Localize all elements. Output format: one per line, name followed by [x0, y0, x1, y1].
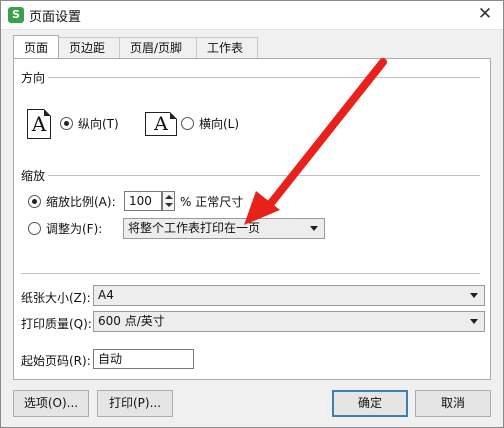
fit-to-select[interactable]: 将整个工作表打印在一页 [123, 218, 325, 239]
scale-percent-suffix: % 正常尺寸 [180, 195, 244, 209]
scale-percent-input[interactable]: 100 [124, 191, 162, 211]
options-button[interactable]: 选项(O)... [13, 390, 89, 417]
orientation-section-label: 方向 [21, 71, 46, 85]
fit-to-radio[interactable] [28, 222, 41, 235]
portrait-radio[interactable] [60, 117, 73, 130]
scale-percent-label[interactable]: 缩放比例(A): [46, 193, 116, 210]
dialog-title: 页面设置 [29, 10, 82, 25]
landscape-radio[interactable] [181, 117, 194, 130]
chevron-down-icon [310, 226, 318, 231]
print-button[interactable]: 打印(P)... [97, 390, 173, 417]
scaling-section-label: 缩放 [21, 169, 46, 183]
tab-margins[interactable]: 页边距 [58, 37, 120, 58]
scale-percent-radio[interactable] [28, 195, 41, 208]
tab-panel-page: 方向 A 纵向(T) A 横向(L) 缩放 缩放比例(A): 100 % 正常尺… [13, 58, 491, 380]
landscape-label[interactable]: 横向(L) [199, 115, 239, 132]
print-quality-select[interactable]: 600 点/英寸 [93, 311, 485, 332]
tab-page[interactable]: 页面 [13, 35, 59, 58]
close-icon[interactable]: ✕ [475, 4, 495, 24]
tab-header-footer[interactable]: 页眉/页脚 [119, 37, 197, 58]
page-setup-dialog: S 页面设置 ✕ 页面 页边距 页眉/页脚 工作表 方向 A 纵向(T) A 横… [0, 0, 504, 428]
portrait-label[interactable]: 纵向(T) [78, 115, 119, 132]
cancel-button[interactable]: 取消 [415, 390, 491, 417]
spin-down-icon[interactable] [165, 203, 173, 207]
title-bar: S 页面设置 ✕ [1, 1, 503, 30]
spin-up-icon[interactable] [165, 195, 173, 199]
ok-button[interactable]: 确定 [332, 390, 408, 417]
paper-size-label: 纸张大小(Z): [21, 291, 91, 305]
first-page-number-input[interactable]: 自动 [93, 349, 194, 369]
paper-divider [21, 273, 480, 274]
scaling-divider [48, 175, 480, 176]
landscape-page-icon: A [145, 112, 177, 136]
chevron-down-icon [470, 319, 478, 324]
paper-size-select[interactable]: A4 [93, 285, 485, 306]
print-quality-label: 打印质量(Q): [21, 317, 92, 331]
tab-sheet[interactable]: 工作表 [196, 37, 258, 58]
portrait-page-icon: A [27, 109, 51, 139]
app-icon: S [8, 7, 24, 23]
first-page-number-label: 起始页码(R): [21, 354, 91, 368]
chevron-down-icon [470, 293, 478, 298]
scale-percent-spinner[interactable] [162, 191, 175, 211]
orientation-divider [48, 77, 480, 78]
fit-to-label[interactable]: 调整为(F): [46, 220, 102, 237]
